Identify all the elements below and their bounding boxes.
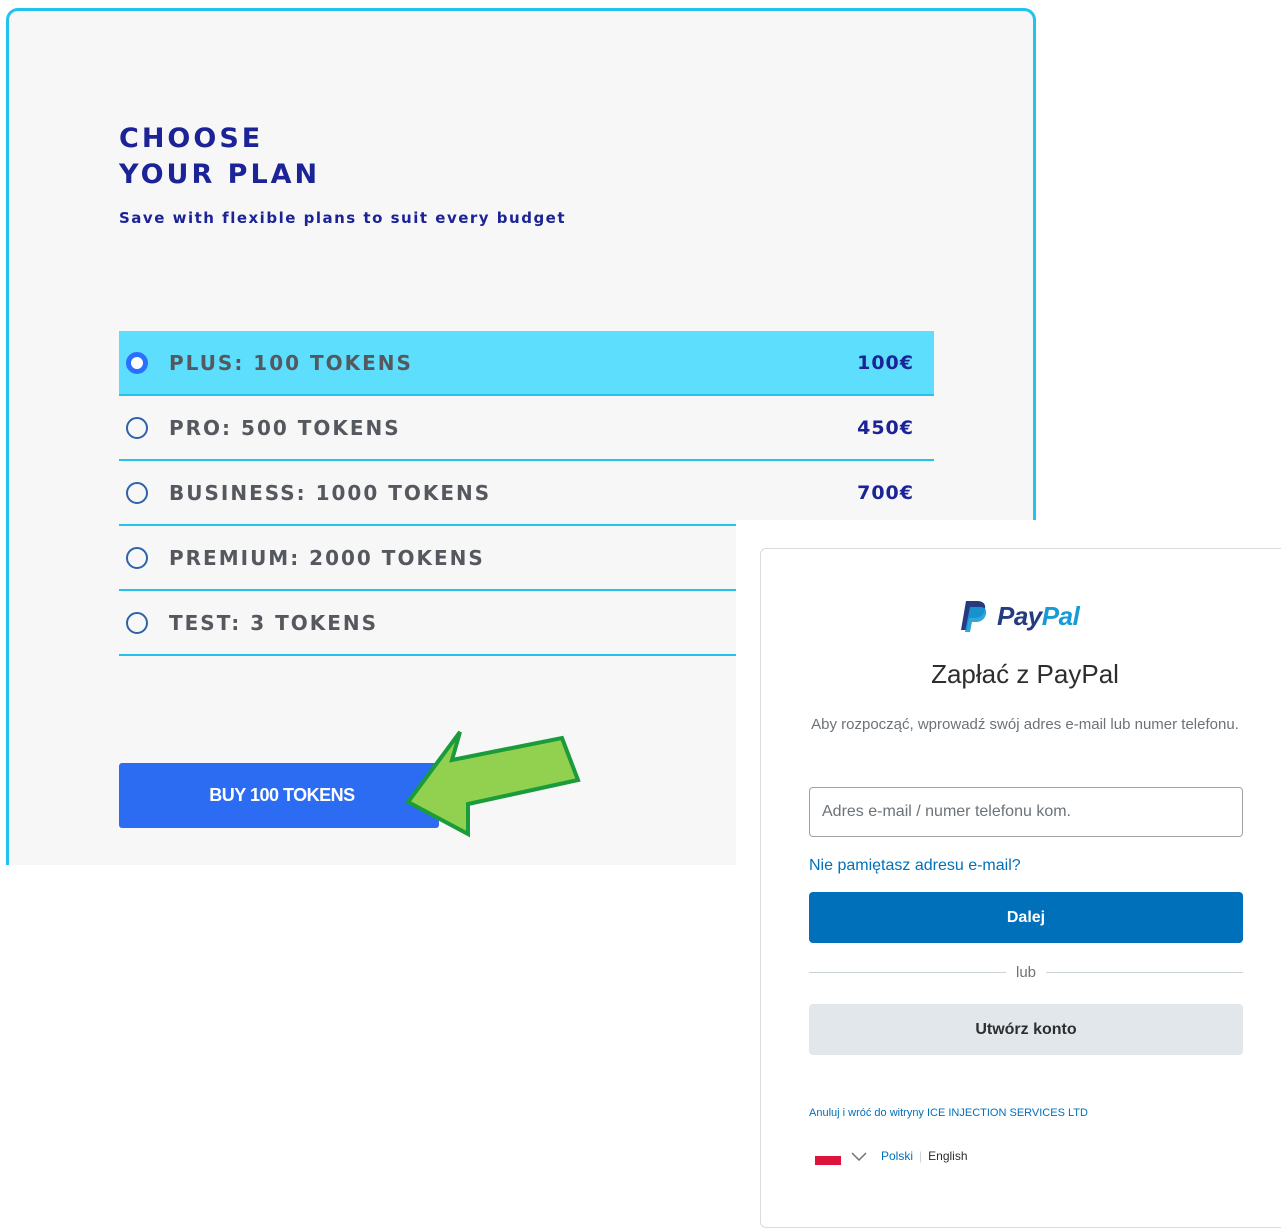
plan-name: TEST: 3 TOKENS (169, 610, 379, 635)
language-english[interactable]: English (928, 1149, 967, 1163)
paypal-wordmark-pal: Pal (1041, 600, 1080, 631)
crop-mask (0, 865, 740, 1208)
arrow-pointing-left-down-icon (405, 730, 581, 838)
radio-unselected-icon[interactable] (126, 481, 148, 504)
plan-option-plus[interactable]: PLUS: 100 TOKENS 100€ (119, 331, 934, 396)
plan-name: PLUS: 100 TOKENS (169, 350, 413, 375)
radio-unselected-icon[interactable] (126, 546, 148, 569)
chevron-down-icon[interactable] (851, 1151, 867, 1161)
buy-tokens-button[interactable]: BUY 100 TOKENS (119, 763, 439, 828)
or-divider: lub (809, 962, 1243, 982)
paypal-logo: PayPal (959, 599, 1080, 633)
plan-option-business[interactable]: BUSINESS: 1000 TOKENS 700€ (119, 461, 934, 526)
paypal-p-icon (961, 601, 987, 632)
poland-flag-icon[interactable] (815, 1147, 841, 1165)
plan-price: 700€ (857, 481, 914, 504)
create-account-button[interactable]: Utwórz konto (809, 1004, 1243, 1055)
email-phone-input[interactable] (809, 787, 1243, 837)
plan-title-line2: YOUR PLAN (119, 159, 321, 190)
plan-name: BUSINESS: 1000 TOKENS (169, 480, 492, 505)
divider-line (1046, 971, 1243, 973)
or-label: lub (1015, 963, 1037, 981)
plan-name: PREMIUM: 2000 TOKENS (169, 545, 485, 570)
plan-price: 100€ (857, 351, 914, 374)
divider-line (809, 971, 1006, 973)
radio-unselected-icon[interactable] (126, 416, 148, 439)
plan-title-line1: CHOOSE (119, 123, 264, 154)
paypal-intro-text: Aby rozpocząć, wprowadź swój adres e-mai… (811, 716, 1239, 733)
plan-option-pro[interactable]: PRO: 500 TOKENS 450€ (119, 396, 934, 461)
plan-title: CHOOSE YOUR PLAN (119, 121, 320, 193)
plan-name: PRO: 500 TOKENS (169, 415, 401, 440)
language-polish-link[interactable]: Polski (881, 1149, 913, 1163)
paypal-wordmark-pay: Pay (997, 600, 1042, 631)
language-separator: | (919, 1149, 923, 1163)
radio-unselected-icon[interactable] (126, 611, 148, 634)
language-selector: Polski | English (815, 1147, 968, 1165)
radio-selected-icon[interactable] (126, 351, 148, 374)
next-button[interactable]: Dalej (809, 892, 1243, 943)
paypal-login-panel: PayPal Zapłać z PayPal Aby rozpocząć, wp… (760, 548, 1281, 1228)
forgot-email-link[interactable]: Nie pamiętasz adresu e-mail? (809, 857, 1021, 875)
plan-price: 450€ (857, 416, 914, 439)
paypal-heading: Zapłać z PayPal (931, 659, 1119, 689)
cancel-return-link[interactable]: Anuluj i wróć do witryny ICE INJECTION S… (809, 1107, 1088, 1119)
plan-subtitle: Save with flexible plans to suit every b… (119, 209, 567, 227)
paypal-wordmark: PayPal (997, 600, 1080, 632)
